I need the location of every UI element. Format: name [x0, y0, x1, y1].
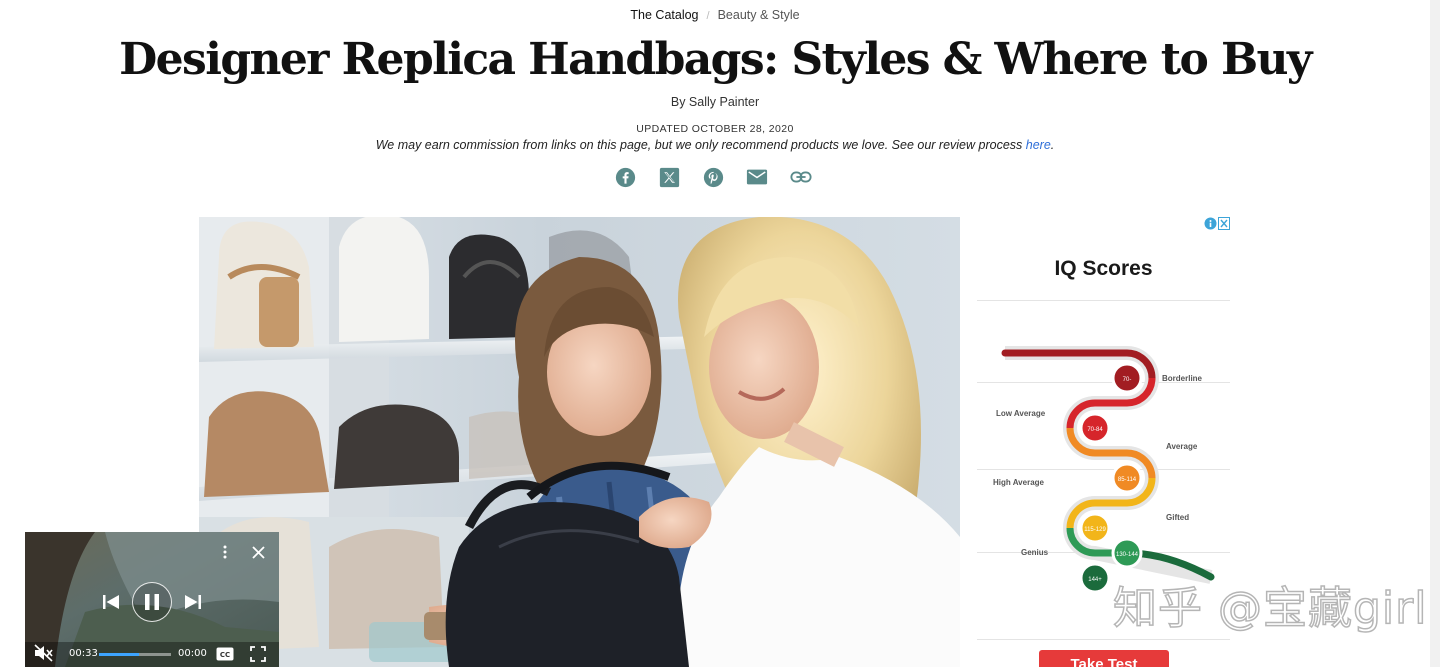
iq-bubble-label: 85-114	[1118, 477, 1137, 483]
video-duration: 00:00	[178, 648, 207, 659]
affiliate-disclaimer: We may earn commission from links on thi…	[0, 138, 1430, 152]
video-progress-fill	[99, 653, 139, 656]
breadcrumb-separator: /	[706, 10, 710, 22]
breadcrumb: The Catalog / Beauty & Style	[0, 8, 1430, 22]
iq-label-borderline: Borderline	[1162, 374, 1203, 383]
close-icon[interactable]	[248, 542, 268, 562]
pause-icon[interactable]	[132, 582, 172, 622]
iq-label-genius: Genius	[1021, 548, 1049, 557]
review-process-link[interactable]: here	[1026, 138, 1051, 152]
ad-choices-icon[interactable]	[1204, 217, 1230, 230]
iq-bubble-label: 115-129	[1084, 527, 1106, 533]
link-icon[interactable]	[790, 166, 812, 188]
share-bar	[614, 166, 812, 188]
take-test-button[interactable]: Take Test	[1039, 650, 1169, 667]
previous-icon[interactable]	[101, 592, 121, 612]
article-title: Designer Replica Handbags: Styles & Wher…	[119, 34, 1312, 85]
captions-icon[interactable]: CC	[214, 644, 236, 664]
disclaimer-text: We may earn commission from links on thi…	[375, 138, 1026, 152]
email-icon[interactable]	[746, 166, 768, 188]
page-scrollbar[interactable]	[1430, 0, 1440, 667]
facebook-icon[interactable]	[614, 166, 636, 188]
next-icon[interactable]	[183, 592, 203, 612]
iq-label-low-average: Low Average	[996, 409, 1046, 418]
iq-bubble-label: 130-144	[1116, 552, 1139, 558]
video-current-time: 00:33	[69, 648, 98, 659]
mute-icon[interactable]	[33, 643, 55, 663]
disclaimer-period: .	[1050, 138, 1055, 152]
article-updated-date: UPDATED OCTOBER 28, 2020	[636, 123, 794, 135]
x-icon[interactable]	[658, 166, 680, 188]
ad-title: IQ Scores	[1054, 257, 1153, 280]
video-progress-bar[interactable]	[99, 653, 171, 656]
breadcrumb-catalog-link[interactable]: The Catalog	[630, 8, 698, 22]
svg-text:CC: CC	[220, 651, 230, 659]
video-player[interactable]: 00:33 00:00 CC	[25, 532, 279, 667]
iq-bubble-label: 70-84	[1087, 427, 1103, 433]
hero-image	[199, 217, 960, 667]
iq-label-high-average: High Average	[993, 478, 1044, 487]
fullscreen-icon[interactable]	[247, 644, 269, 664]
iq-label-gifted: Gifted	[1166, 513, 1190, 522]
ad-gridline	[977, 300, 1230, 301]
more-options-icon[interactable]	[215, 542, 235, 562]
article-byline[interactable]: By Sally Painter	[0, 95, 1430, 109]
ad-gridline	[977, 639, 1230, 640]
breadcrumb-category-link[interactable]: Beauty & Style	[718, 8, 800, 22]
iq-label-average: Average	[1166, 442, 1198, 451]
pinterest-icon[interactable]	[702, 166, 724, 188]
iq-bubble-label: 70-	[1123, 377, 1132, 383]
iq-bubble-label: 144+	[1088, 577, 1102, 583]
watermark-text: 知乎 @宝藏girl	[1112, 582, 1428, 635]
